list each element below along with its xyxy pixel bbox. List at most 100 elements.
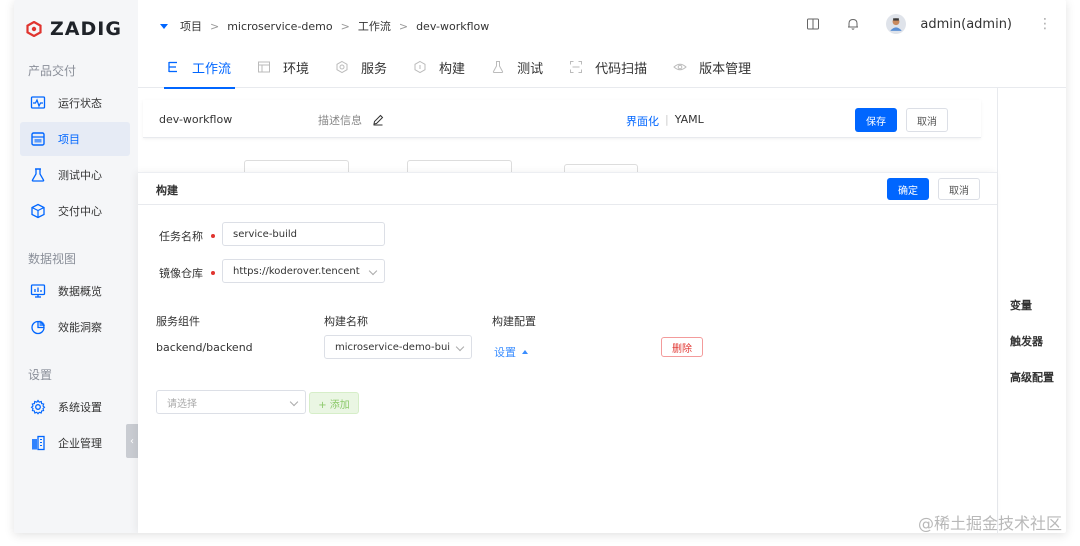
- sidebar-collapse-handle[interactable]: ‹: [126, 424, 138, 458]
- dashboard-screen-icon: [30, 284, 46, 298]
- sidebar-item-label: 项目: [58, 133, 80, 146]
- chevron-left-icon: ‹: [130, 435, 134, 447]
- project-tabs: 工作流 环境 服务 构建 测试 代码扫描 版本管理: [138, 46, 1066, 89]
- config-link-label: 设置: [494, 346, 516, 359]
- workflow-name: dev-workflow: [159, 113, 233, 126]
- tab-service[interactable]: 服务: [327, 46, 405, 88]
- gear-icon: [30, 399, 46, 415]
- service-cell: backend/backend: [156, 341, 253, 354]
- side-menu-variables[interactable]: 变量: [1010, 297, 1032, 313]
- sidebar-item-label: 系统设置: [58, 401, 102, 414]
- required-dot: [211, 234, 215, 238]
- task-name-input[interactable]: service-build: [222, 222, 385, 246]
- tab-code-scan[interactable]: 代码扫描: [561, 46, 665, 88]
- section-title-settings: 设置: [28, 368, 53, 382]
- mode-divider: |: [665, 113, 669, 126]
- breadcrumb-item[interactable]: microservice-demo: [227, 20, 332, 33]
- add-service-button[interactable]: + 添加: [309, 392, 359, 414]
- brand-name: ZADIG: [50, 18, 122, 40]
- content-divider: [997, 88, 998, 533]
- save-button[interactable]: 保存: [855, 108, 897, 132]
- tab-label: 服务: [361, 61, 388, 77]
- registry-label: 镜像仓库: [159, 265, 215, 281]
- mode-visual-button[interactable]: 界面化: [626, 113, 659, 129]
- tab-label: 版本管理: [699, 61, 752, 77]
- sidebar-item-label: 效能洞察: [58, 321, 102, 334]
- column-header-build-name: 构建名称: [324, 315, 368, 328]
- chevron-down-icon: [289, 397, 299, 407]
- sidebar-item-delivery-center[interactable]: 交付中心: [20, 194, 130, 228]
- tab-test[interactable]: 测试: [483, 46, 561, 88]
- avatar: [886, 14, 907, 34]
- sidebar: ZADIG 产品交付 运行状态 项目 测试中心 交付中心 数据视图 数据概览 效…: [14, 0, 138, 533]
- version-icon: [673, 63, 687, 71]
- build-icon: [414, 60, 426, 74]
- breadcrumb-separator: >: [398, 19, 409, 33]
- mode-yaml-button[interactable]: YAML: [675, 113, 704, 129]
- build-name-select[interactable]: microservice-demo-bui: [324, 335, 472, 359]
- tab-workflow[interactable]: 工作流: [158, 46, 249, 89]
- app-window: ZADIG 产品交付 运行状态 项目 测试中心 交付中心 数据视图 数据概览 效…: [14, 0, 1066, 533]
- description-label: 描述信息: [318, 114, 362, 127]
- tab-label: 工作流: [192, 61, 232, 77]
- mode-switch: 界面化 | YAML: [626, 113, 704, 129]
- build-job-panel: 构建 确定 取消 任务名称 service-build 镜像仓库 https:/…: [138, 172, 997, 533]
- package-cube-icon: [31, 203, 45, 219]
- sidebar-item-insight[interactable]: 效能洞察: [20, 310, 130, 344]
- sidebar-item-label: 数据概览: [58, 285, 102, 298]
- user-avatar-icon: [890, 18, 903, 31]
- tab-label: 环境: [283, 61, 310, 77]
- registry-label-text: 镜像仓库: [159, 267, 203, 280]
- edit-pencil-icon[interactable]: [372, 114, 384, 126]
- tab-label: 代码扫描: [595, 61, 648, 77]
- service-add-select[interactable]: 请选择: [156, 390, 306, 414]
- column-header-build-config: 构建配置: [492, 315, 536, 328]
- sidebar-item-system-settings[interactable]: 系统设置: [20, 390, 130, 424]
- side-menu-triggers[interactable]: 触发器: [1010, 333, 1043, 349]
- tab-environment[interactable]: 环境: [249, 46, 327, 88]
- sidebar-item-status[interactable]: 运行状态: [20, 86, 130, 120]
- workflow-description[interactable]: 描述信息: [318, 112, 384, 128]
- panel-cancel-button[interactable]: 取消: [938, 178, 980, 200]
- building-icon: [32, 435, 45, 451]
- more-vertical-icon[interactable]: ⋮: [1038, 16, 1052, 32]
- sidebar-item-test-center[interactable]: 测试中心: [20, 158, 130, 192]
- breadcrumb-item[interactable]: 项目: [180, 18, 202, 34]
- breadcrumb: 项目 > microservice-demo > 工作流 > dev-workf…: [160, 18, 489, 34]
- tab-label: 测试: [517, 61, 544, 77]
- bell-icon[interactable]: [846, 17, 860, 31]
- build-config-toggle[interactable]: 设置: [494, 344, 528, 360]
- chevron-down-icon: [368, 266, 378, 276]
- sidebar-item-label: 运行状态: [58, 97, 102, 110]
- registry-select[interactable]: https://koderover.tencent: [222, 259, 385, 283]
- user-menu[interactable]: admin(admin): [886, 14, 1012, 34]
- sidebar-item-label: 交付中心: [58, 205, 102, 218]
- flask-icon: [31, 168, 45, 182]
- sidebar-item-project[interactable]: 项目: [20, 122, 130, 156]
- user-name: admin(admin): [920, 16, 1012, 32]
- sidebar-item-enterprise[interactable]: 企业管理: [20, 426, 130, 460]
- top-header: 项目 > microservice-demo > 工作流 > dev-workf…: [138, 0, 1066, 46]
- service-icon: [336, 60, 348, 74]
- logo[interactable]: ZADIG: [26, 18, 122, 40]
- tab-build[interactable]: 构建: [405, 46, 483, 88]
- breadcrumb-separator: >: [340, 19, 350, 33]
- cancel-button[interactable]: 取消: [906, 108, 948, 132]
- breadcrumb-item[interactable]: 工作流: [358, 18, 391, 34]
- sidebar-item-data-overview[interactable]: 数据概览: [20, 274, 130, 308]
- select-placeholder: 请选择: [167, 398, 197, 410]
- section-title-data-view: 数据视图: [28, 252, 77, 266]
- workflow-icon: [168, 61, 177, 73]
- confirm-button[interactable]: 确定: [887, 178, 929, 200]
- project-board-icon: [31, 132, 45, 146]
- docs-book-icon[interactable]: [806, 17, 820, 31]
- caret-down-icon[interactable]: [160, 23, 168, 29]
- tab-version[interactable]: 版本管理: [665, 46, 769, 88]
- workflow-bar: dev-workflow 描述信息 界面化 | YAML 保存 取消: [143, 100, 981, 138]
- breadcrumb-item: dev-workflow: [416, 19, 490, 33]
- delete-row-button[interactable]: 删除: [661, 337, 703, 357]
- column-header-service: 服务组件: [156, 315, 200, 328]
- side-menu-advanced[interactable]: 高级配置: [1010, 369, 1054, 385]
- panel-title: 构建: [156, 184, 178, 197]
- breadcrumb-separator: >: [210, 19, 220, 33]
